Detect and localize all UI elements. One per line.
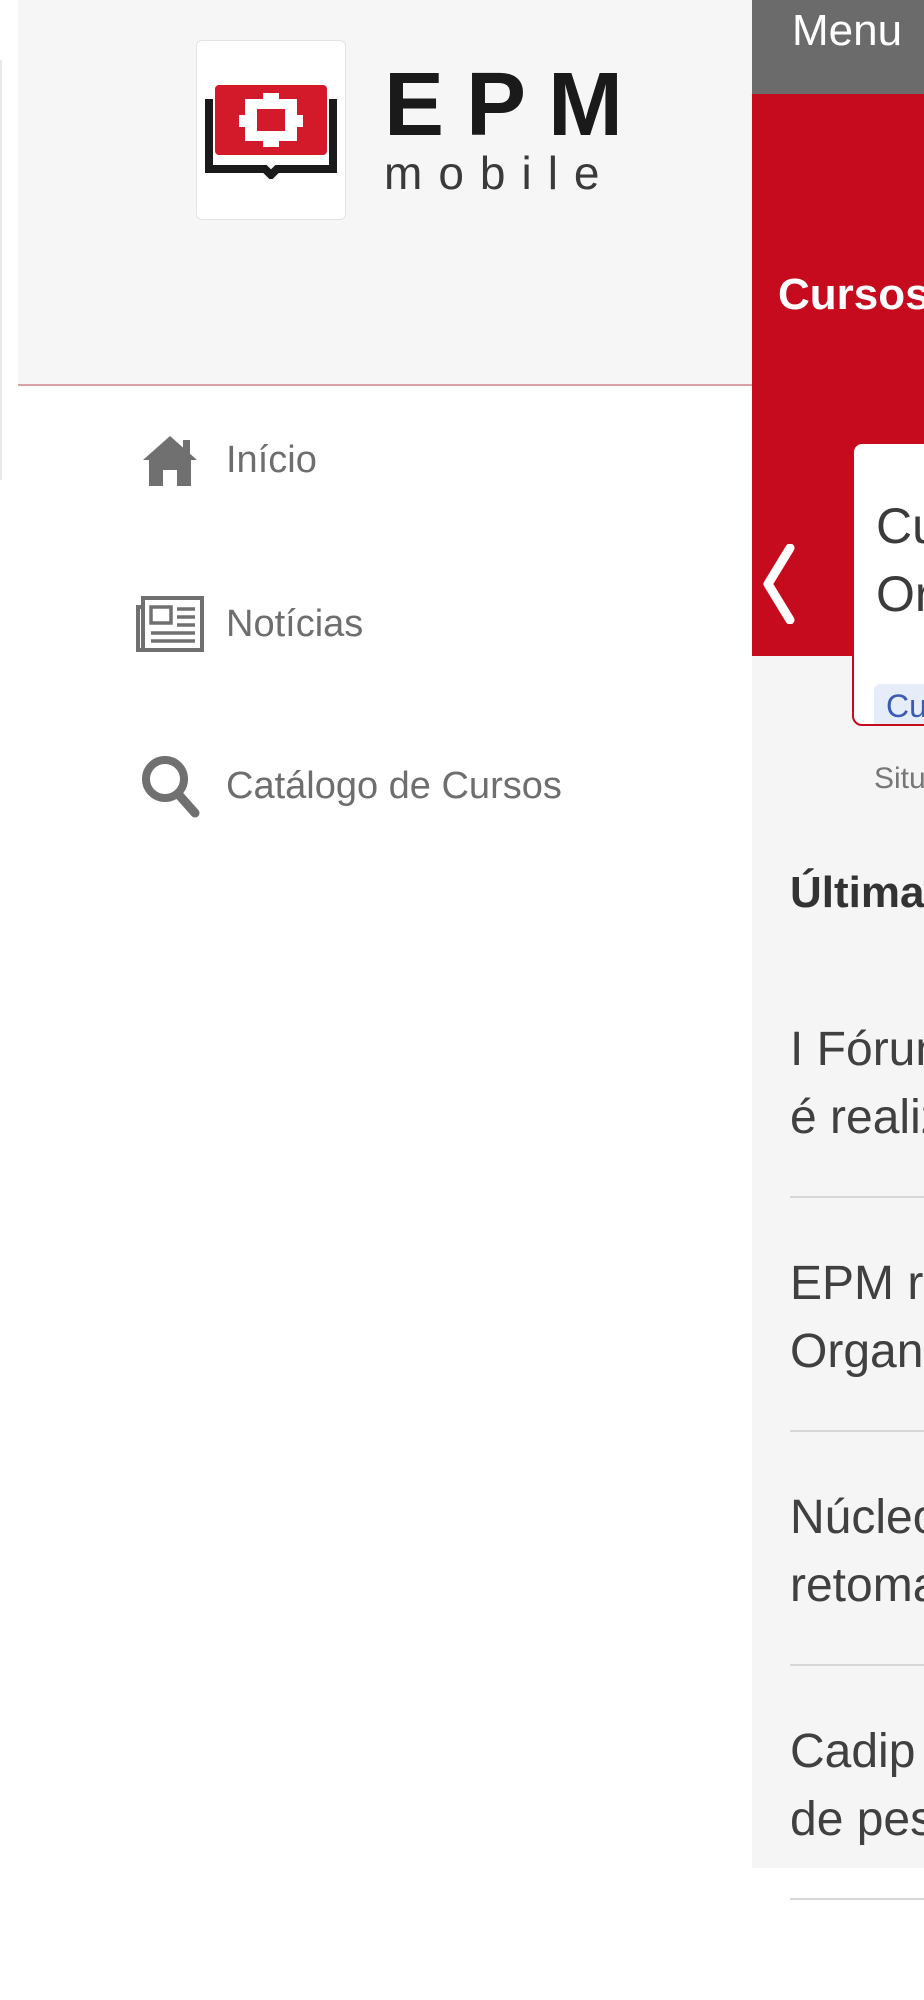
drawer-item-label: Início (226, 438, 317, 481)
menu-button[interactable]: Menu (792, 6, 902, 56)
drawer-item-inicio[interactable]: Início (130, 410, 650, 510)
top-bar: Menu (752, 0, 924, 94)
drawer-item-noticias[interactable]: Notícias (130, 574, 650, 674)
situation-label: Situ (874, 762, 924, 795)
drawer-edge-line (0, 60, 2, 480)
news-divider (790, 1196, 924, 1198)
newspaper-icon (130, 584, 210, 664)
section-title: Cursos (778, 270, 924, 319)
brand-subtitle: mobile (384, 147, 616, 199)
navigation-drawer: EPM mobile Início Notícias Catálogo de C… (0, 0, 752, 2000)
book-logo-icon (205, 85, 337, 179)
news-divider (790, 1430, 924, 1432)
search-icon (130, 746, 210, 826)
news-item[interactable]: I Fórun é realiz (790, 1016, 924, 1152)
news-item[interactable]: Núcleo retoma (790, 1484, 924, 1620)
drawer-item-label: Catálogo de Cursos (226, 764, 562, 807)
course-category-chip: Cu (874, 684, 924, 724)
brand-name: EPM (384, 55, 646, 155)
course-card[interactable]: Cu Or Cu (852, 442, 924, 726)
news-item[interactable]: Cadip de pes (790, 1718, 924, 1854)
course-card-title: Cu Or (876, 498, 924, 622)
drawer-header: EPM mobile (18, 0, 752, 386)
chevron-left-icon (763, 544, 795, 624)
main-content: Menu Cursos Cu Or Cu Situ Últimas I Fóru… (752, 0, 924, 2000)
carousel-prev-button[interactable] (754, 534, 804, 634)
news-divider (790, 1898, 924, 1900)
drawer-item-catalogo-de-cursos[interactable]: Catálogo de Cursos (130, 736, 650, 836)
bottom-area (752, 1868, 924, 2000)
app-logo (196, 40, 346, 220)
news-item[interactable]: EPM re Organi (790, 1250, 924, 1386)
news-divider (790, 1664, 924, 1666)
drawer-item-label: Notícias (226, 602, 364, 645)
news-heading: Últimas (790, 868, 924, 917)
home-icon (130, 420, 210, 500)
